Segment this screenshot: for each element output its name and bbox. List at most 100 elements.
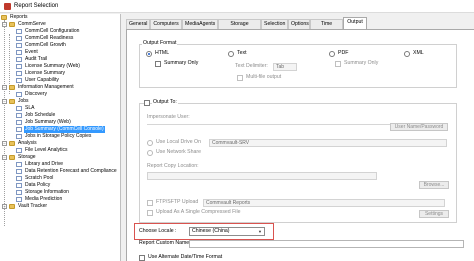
use-local-drive-label: Use Local Drive On (156, 139, 201, 145)
tree-item-label: Job Summary (CommCell Console) (24, 126, 105, 133)
tree-item-commserve[interactable]: − CommServe (0, 21, 120, 28)
user-name-password-button[interactable]: User Name/Password (390, 123, 448, 131)
ftp-target-select[interactable]: Commvault Reports (203, 199, 445, 207)
collapse-icon[interactable]: − (2, 22, 7, 27)
tree-item-discovery[interactable]: Discovery (0, 91, 120, 98)
report-icon (16, 134, 22, 139)
locale-select[interactable]: Chinese (China) ▼ (189, 227, 265, 236)
report-custom-name-input[interactable] (189, 240, 464, 248)
tree-item-storage-information[interactable]: Storage Information (0, 189, 120, 196)
tab-computers[interactable]: Computers (150, 19, 182, 29)
tree-item-label: Storage (18, 154, 36, 160)
collapse-icon[interactable]: − (2, 99, 7, 104)
tree-item-jobs[interactable]: − Jobs (0, 98, 120, 105)
report-icon (16, 127, 22, 132)
report-icon (16, 176, 22, 181)
tree-item-job-summary-web[interactable]: Job Summary (Web) (0, 119, 120, 126)
html-label: HTML (155, 50, 170, 56)
folder-icon (9, 204, 15, 209)
tree-item-data-retention-forecast[interactable]: Data Retention Forecast and Compliance (0, 168, 120, 175)
tree-item-label: CommCell Readiness (25, 35, 74, 41)
tree-item-event[interactable]: Event (0, 49, 120, 56)
tree-item-label: Job Summary (Web) (25, 119, 71, 125)
tree-item-license-summary[interactable]: License Summary (0, 70, 120, 77)
output-to-checkbox[interactable] (144, 100, 150, 106)
tree-item-audit-trail[interactable]: Audit Trail (0, 56, 120, 63)
tree-item-analysis[interactable]: − Analysis (0, 140, 120, 147)
collapse-icon[interactable]: − (2, 141, 7, 146)
local-drive-select[interactable]: Commvault-SRV (209, 139, 447, 147)
pdf-radio[interactable] (329, 51, 335, 57)
xml-radio[interactable] (404, 51, 410, 57)
report-icon (16, 43, 22, 48)
use-local-drive-radio[interactable] (147, 140, 153, 146)
settings-button[interactable]: Settings (419, 210, 449, 218)
tree-item-library-and-drive[interactable]: Library and Drive (0, 161, 120, 168)
text-radio[interactable] (228, 51, 234, 57)
report-icon (16, 120, 22, 125)
tree-item-license-summary-web[interactable]: License Summary (Web) (0, 63, 120, 70)
locale-value: Chinese (China) (192, 228, 230, 234)
impersonate-user-label: Impersonate User: (147, 114, 190, 120)
report-copy-location-label: Report Copy Location: (147, 163, 199, 169)
upload-compressed-label: Upload As A Single Compressed File (156, 209, 241, 215)
tab-storage-policies[interactable]: Storage Policies (218, 19, 261, 36)
tree-item-scratch-pool[interactable]: Scratch Pool (0, 175, 120, 182)
tree-item-commcell-growth[interactable]: CommCell Growth (0, 42, 120, 49)
tree-item-label: License Summary (25, 70, 66, 76)
report-icon (16, 162, 22, 167)
tree-item-sla[interactable]: SLA (0, 105, 120, 112)
text-delimiter-select[interactable]: Tab (273, 63, 297, 71)
tree-item-label: Information Management (18, 84, 74, 90)
report-copy-location-input[interactable] (147, 172, 377, 180)
tab-mediaagents[interactable]: MediaAgents (182, 19, 218, 29)
browse-button[interactable]: Browse... (419, 181, 449, 189)
tree-item-label: CommServe (18, 21, 46, 27)
tab-selection[interactable]: Selection (261, 19, 288, 29)
report-tree[interactable]: Reports − CommServe CommCell Configurati… (0, 14, 121, 261)
tree-item-vault-tracker[interactable]: + Vault Tracker (0, 203, 120, 210)
use-network-share-radio[interactable] (147, 150, 153, 156)
text-delimiter-label: Text Delimiter: (235, 63, 268, 69)
tree-item-reports[interactable]: Reports (0, 14, 120, 21)
upload-compressed-checkbox[interactable] (147, 210, 153, 216)
tree-item-file-level-analytics[interactable]: File Level Analytics (0, 147, 120, 154)
collapse-icon[interactable]: − (2, 155, 7, 160)
tree-item-data-policy[interactable]: Data Policy (0, 182, 120, 189)
report-icon (16, 148, 22, 153)
pdf-summary-only-checkbox[interactable] (335, 61, 341, 67)
tree-item-media-prediction[interactable]: Media Prediction (0, 196, 120, 203)
tree-item-commcell-readiness[interactable]: CommCell Readiness (0, 35, 120, 42)
report-icon (16, 183, 22, 188)
collapse-icon[interactable]: − (2, 85, 7, 90)
ftp-upload-checkbox[interactable] (147, 200, 153, 206)
alternate-date-format-checkbox[interactable] (139, 255, 145, 261)
tab-time-range[interactable]: Time Range (310, 19, 343, 36)
tree-item-storage[interactable]: − Storage (0, 154, 120, 161)
tree-item-job-schedule[interactable]: Job Schedule (0, 112, 120, 119)
tree-item-label: File Level Analytics (25, 147, 68, 153)
output-panel: Output Format HTML Summary Only Text Tex… (126, 29, 474, 261)
tab-output[interactable]: Output (343, 17, 367, 29)
tab-general[interactable]: General (126, 19, 150, 29)
summary-only-checkbox[interactable] (155, 61, 161, 67)
folder-icon (9, 141, 15, 146)
report-icon (16, 190, 22, 195)
report-custom-name-label: Report Custom Name: (139, 240, 191, 246)
tree-item-user-capability[interactable]: User Capability (0, 77, 120, 84)
folder-icon (9, 22, 15, 27)
report-icon (16, 29, 22, 34)
tree-item-label: License Summary (Web) (25, 63, 80, 69)
text-label: Text (237, 50, 247, 56)
tab-options[interactable]: Options (288, 19, 310, 29)
tree-item-label: Library and Drive (25, 161, 64, 167)
tree-item-commcell-configuration[interactable]: CommCell Configuration (0, 28, 120, 35)
report-icon (16, 113, 22, 118)
multi-file-output-checkbox[interactable] (237, 75, 243, 81)
tree-item-information-management[interactable]: − Information Management (0, 84, 120, 91)
output-format-label: Output Format (142, 40, 178, 46)
html-radio[interactable] (146, 51, 152, 57)
tree-item-jobs-in-storage-policy-copies[interactable]: Jobs in Storage Policy Copies (0, 133, 120, 140)
tree-item-job-summary-commcell-console[interactable]: Job Summary (CommCell Console) (0, 126, 120, 133)
expand-icon[interactable]: + (2, 204, 7, 209)
